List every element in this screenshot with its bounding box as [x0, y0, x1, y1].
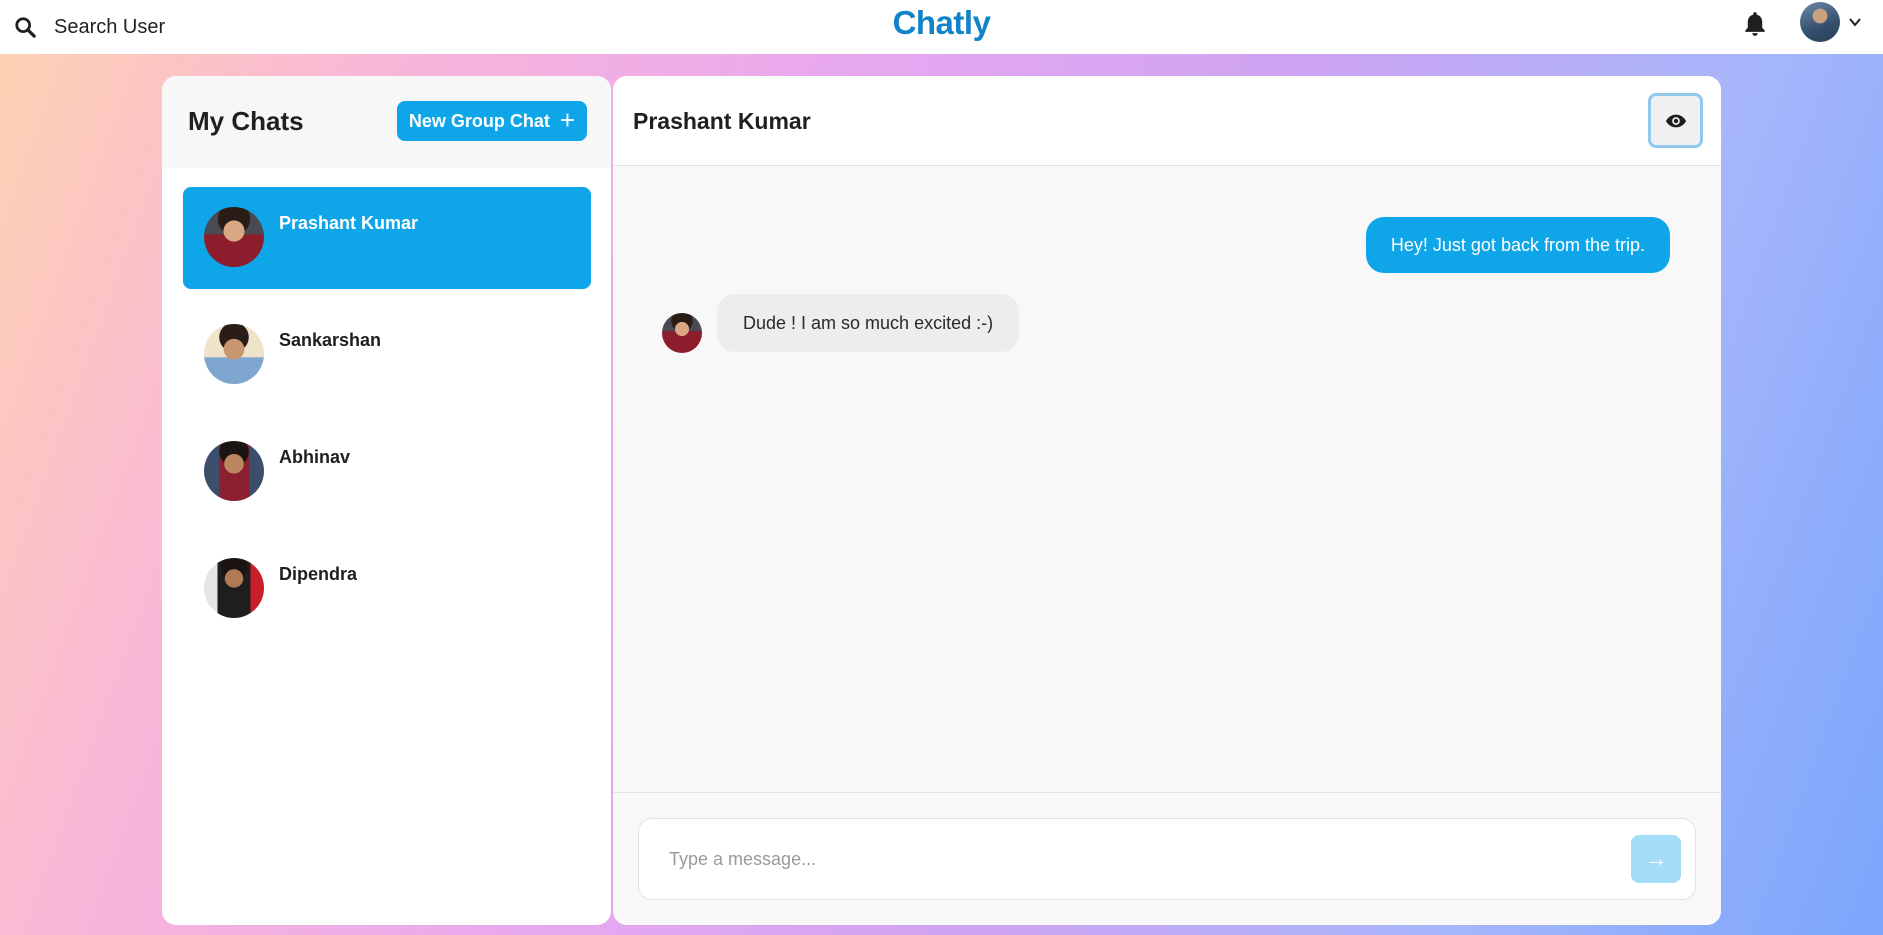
chat-item-name: Abhinav — [279, 447, 351, 467]
new-group-chat-button[interactable]: New Group Chat + — [397, 101, 587, 141]
chat-title: Prashant Kumar — [633, 108, 811, 134]
message-list: Hey! Just got back from the trip. Dude !… — [613, 166, 1721, 792]
chat-item-dipendra[interactable]: Dipendra — [183, 538, 591, 640]
chat-list: Prashant Kumar Sankarshan Abhinav Dipend… — [183, 187, 591, 655]
arrow-right-icon: → — [1645, 846, 1667, 871]
chat-item-name: Dipendra — [279, 564, 358, 584]
avatar — [204, 441, 264, 501]
plus-icon: + — [559, 105, 576, 135]
chat-item-prashant-kumar[interactable]: Prashant Kumar — [183, 187, 591, 289]
sender-avatar[interactable] — [662, 313, 702, 353]
top-navbar: Search User Chatly — [0, 0, 1883, 54]
new-group-chat-label: New Group Chat — [408, 110, 550, 131]
my-chats-header: My Chats New Group Chat + — [162, 76, 611, 168]
brand-logo: Chatly — [892, 4, 991, 41]
my-chats-title: My Chats — [188, 106, 304, 136]
bell-icon[interactable] — [1742, 10, 1768, 38]
chat-panel: Prashant Kumar Hey! Just got back from t… — [613, 76, 1721, 925]
my-chats-panel: My Chats New Group Chat + Prashant Kumar… — [162, 76, 611, 925]
view-profile-button[interactable] — [1648, 93, 1703, 148]
search-user-label: Search User — [54, 15, 166, 38]
user-avatar — [1800, 2, 1840, 42]
chat-item-name: Prashant Kumar — [279, 213, 419, 233]
send-button[interactable]: → — [1631, 835, 1681, 883]
profile-menu-button[interactable] — [1800, 2, 1862, 42]
message-input[interactable] — [669, 841, 1619, 877]
avatar — [204, 207, 264, 267]
eye-icon — [1665, 114, 1686, 127]
chat-item-abhinav[interactable]: Abhinav — [183, 421, 591, 523]
avatar — [204, 324, 264, 384]
chat-item-sankarshan[interactable]: Sankarshan — [183, 304, 591, 406]
incoming-message-row: Dude ! I am so much excited :-) — [662, 293, 1020, 353]
incoming-message: Dude ! I am so much excited :-) — [717, 294, 1020, 352]
search-user-button[interactable]: Search User — [14, 8, 165, 46]
chevron-down-icon — [1849, 18, 1861, 27]
chat-item-name: Sankarshan — [279, 330, 382, 350]
outgoing-message: Hey! Just got back from the trip. — [1365, 217, 1670, 273]
avatar — [204, 558, 264, 618]
search-icon — [15, 17, 36, 38]
message-composer: → — [638, 818, 1696, 900]
composer-area: → — [613, 792, 1721, 925]
chat-header: Prashant Kumar — [613, 76, 1721, 166]
